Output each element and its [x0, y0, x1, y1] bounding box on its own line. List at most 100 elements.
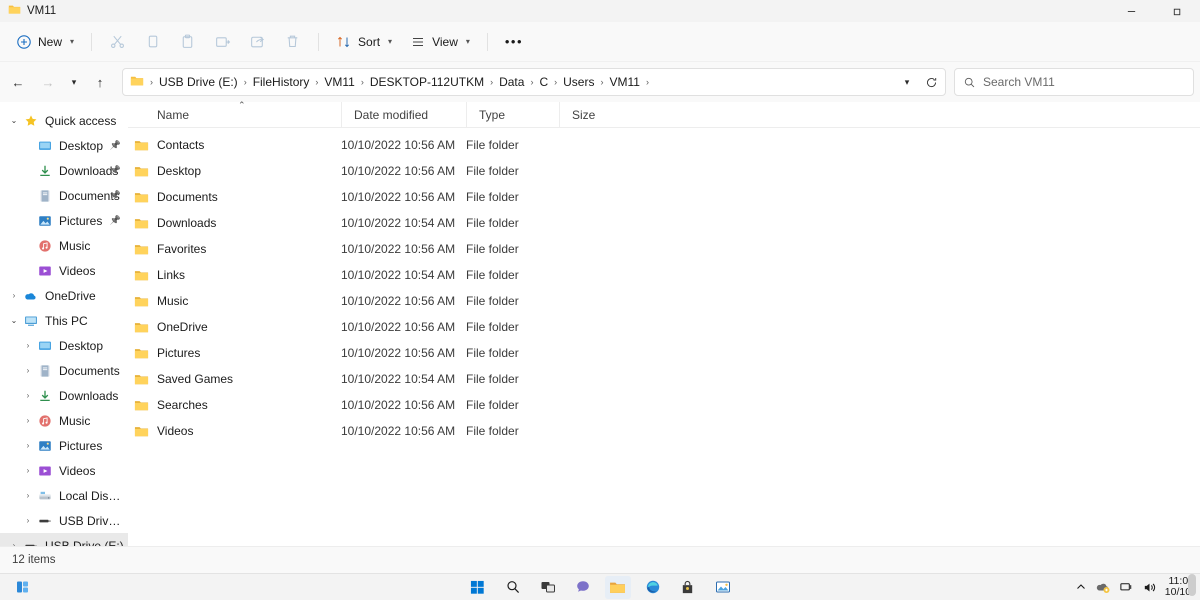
breadcrumb: › USB Drive (E:) › FileHistory › VM11 › DESKTOP…: [148, 73, 895, 91]
table-row[interactable]: Documents 10/10/2022 10:56 AM File folder: [128, 184, 1200, 210]
start-button[interactable]: [465, 576, 491, 599]
sidebar-item-pictures[interactable]: Pictures 📌: [0, 208, 128, 233]
pin-icon[interactable]: 📌: [110, 165, 121, 176]
table-row[interactable]: Videos 10/10/2022 10:56 AM File folder: [128, 418, 1200, 444]
microsoft-store-button[interactable]: [675, 576, 701, 599]
file-explorer-taskbar-button[interactable]: [604, 575, 631, 599]
sidebar-item-usb-drive-e[interactable]: › USB Drive (E:): [0, 533, 128, 546]
see-more-button[interactable]: •••: [497, 27, 531, 57]
volume-tray-icon[interactable]: [1142, 580, 1157, 595]
refresh-button[interactable]: [919, 70, 943, 94]
chevron-right-icon[interactable]: ›: [20, 391, 36, 400]
sidebar-item-videos[interactable]: Videos: [0, 258, 128, 283]
column-header-name[interactable]: ⌃ Name: [128, 100, 341, 128]
breadcrumb-bar[interactable]: › USB Drive (E:) › FileHistory › VM11 › DESKTOP…: [122, 68, 946, 96]
sidebar-item-usb-drive-e[interactable]: › USB Drive (E:): [0, 508, 128, 533]
sidebar-item-music[interactable]: Music: [0, 233, 128, 258]
pin-icon[interactable]: 📌: [110, 190, 121, 201]
window-tab[interactable]: VM11: [0, 3, 56, 19]
chevron-right-icon[interactable]: ›: [20, 516, 36, 525]
view-button[interactable]: View ▾: [402, 27, 478, 57]
column-header-date-modified[interactable]: Date modified: [341, 101, 466, 128]
search-box[interactable]: [954, 68, 1194, 96]
breadcrumb-item[interactable]: Users: [559, 73, 598, 91]
chevron-right-icon[interactable]: ›: [20, 341, 36, 350]
sidebar-item-documents[interactable]: Documents 📌: [0, 183, 128, 208]
folder-icon: [134, 138, 149, 153]
breadcrumb-item[interactable]: C: [535, 73, 552, 91]
scrollbar-thumb[interactable]: [1188, 574, 1196, 596]
item-count-label: 12 items: [12, 554, 56, 566]
sidebar-item-documents[interactable]: › Documents: [0, 358, 128, 383]
scissors-icon: [111, 35, 125, 48]
cell-name: OneDrive: [128, 320, 341, 335]
breadcrumb-item[interactable]: Data: [495, 73, 528, 91]
table-row[interactable]: Contacts 10/10/2022 10:56 AM File folder: [128, 132, 1200, 158]
pin-icon[interactable]: 📌: [110, 215, 121, 226]
chevron-right-icon[interactable]: ›: [6, 541, 22, 546]
breadcrumb-item[interactable]: USB Drive (E:): [155, 73, 242, 91]
edge-button[interactable]: [640, 576, 666, 599]
sidebar-item-downloads[interactable]: Downloads 📌: [0, 158, 128, 183]
chevron-down-icon[interactable]: ⌄: [6, 316, 22, 325]
table-row[interactable]: Music 10/10/2022 10:56 AM File folder: [128, 288, 1200, 314]
sidebar-item-music[interactable]: › Music: [0, 408, 128, 433]
copy-button[interactable]: [136, 27, 169, 57]
delete-button[interactable]: [276, 27, 309, 57]
minimize-button[interactable]: [1108, 0, 1154, 22]
table-row[interactable]: Favorites 10/10/2022 10:56 AM File folder: [128, 236, 1200, 262]
share-button[interactable]: [241, 27, 274, 57]
chevron-right-icon[interactable]: ›: [20, 491, 36, 500]
table-row[interactable]: Searches 10/10/2022 10:56 AM File folder: [128, 392, 1200, 418]
chevron-right-icon[interactable]: ›: [6, 291, 22, 300]
sidebar-item-pictures[interactable]: › Pictures: [0, 433, 128, 458]
chevron-right-icon[interactable]: ›: [20, 416, 36, 425]
sort-button[interactable]: Sort ▾: [328, 27, 400, 57]
sidebar-item-desktop[interactable]: Desktop 📌: [0, 133, 128, 158]
breadcrumb-dropdown-button[interactable]: ▾: [895, 70, 919, 94]
network-tray-icon[interactable]: [1119, 580, 1134, 595]
rename-button[interactable]: [206, 27, 239, 57]
onedrive-tray-icon[interactable]: [1095, 579, 1111, 595]
sidebar-item-desktop[interactable]: › Desktop: [0, 333, 128, 358]
sidebar-item-downloads[interactable]: › Downloads: [0, 383, 128, 408]
back-button[interactable]: ←: [4, 68, 32, 96]
new-button[interactable]: New ▾: [8, 27, 82, 57]
column-header-size[interactable]: Size: [559, 101, 629, 128]
breadcrumb-item[interactable]: FileHistory: [249, 73, 314, 91]
breadcrumb-item[interactable]: VM11: [605, 73, 643, 91]
chevron-down-icon[interactable]: ⌄: [6, 116, 22, 125]
sidebar-item-videos[interactable]: › Videos: [0, 458, 128, 483]
table-row[interactable]: Links 10/10/2022 10:54 AM File folder: [128, 262, 1200, 288]
restore-button[interactable]: [1154, 0, 1200, 22]
chevron-right-icon[interactable]: ›: [20, 466, 36, 475]
photos-button[interactable]: [710, 576, 736, 599]
file-explorer-window: VM11 New ▾ Sort ▾ View ▾ ••• ← → ▾ ↑ › U…: [0, 0, 1200, 573]
taskbar-search-button[interactable]: [500, 576, 526, 599]
search-input[interactable]: [983, 75, 1185, 89]
forward-button[interactable]: →: [34, 68, 62, 96]
table-row[interactable]: Pictures 10/10/2022 10:56 AM File folder: [128, 340, 1200, 366]
table-row[interactable]: OneDrive 10/10/2022 10:56 AM File folder: [128, 314, 1200, 340]
sidebar-item-this-pc[interactable]: ⌄ This PC: [0, 308, 128, 333]
table-row[interactable]: Downloads 10/10/2022 10:54 AM File folder: [128, 210, 1200, 236]
sidebar-item-onedrive[interactable]: › OneDrive: [0, 283, 128, 308]
table-row[interactable]: Saved Games 10/10/2022 10:54 AM File folde…: [128, 366, 1200, 392]
breadcrumb-item[interactable]: VM11: [320, 73, 358, 91]
chevron-right-icon[interactable]: ›: [20, 441, 36, 450]
up-button[interactable]: ↑: [86, 68, 114, 96]
paste-button[interactable]: [171, 27, 204, 57]
cut-button[interactable]: [101, 27, 134, 57]
tray-overflow-button[interactable]: [1075, 581, 1087, 593]
folder-icon: [610, 582, 625, 593]
chat-button[interactable]: [570, 576, 596, 599]
breadcrumb-item[interactable]: DESKTOP-112UTKM: [366, 73, 488, 91]
pin-icon[interactable]: 📌: [110, 140, 121, 151]
column-header-type[interactable]: Type: [466, 101, 559, 128]
chevron-right-icon[interactable]: ›: [20, 366, 36, 375]
task-view-button[interactable]: [535, 576, 561, 599]
sidebar-item-local-disk-c[interactable]: › Local Disk (C:): [0, 483, 128, 508]
table-row[interactable]: Desktop 10/10/2022 10:56 AM File folder: [128, 158, 1200, 184]
recent-locations-button[interactable]: ▾: [64, 68, 84, 96]
sidebar-item-quick-access[interactable]: ⌄ Quick access: [0, 108, 128, 133]
